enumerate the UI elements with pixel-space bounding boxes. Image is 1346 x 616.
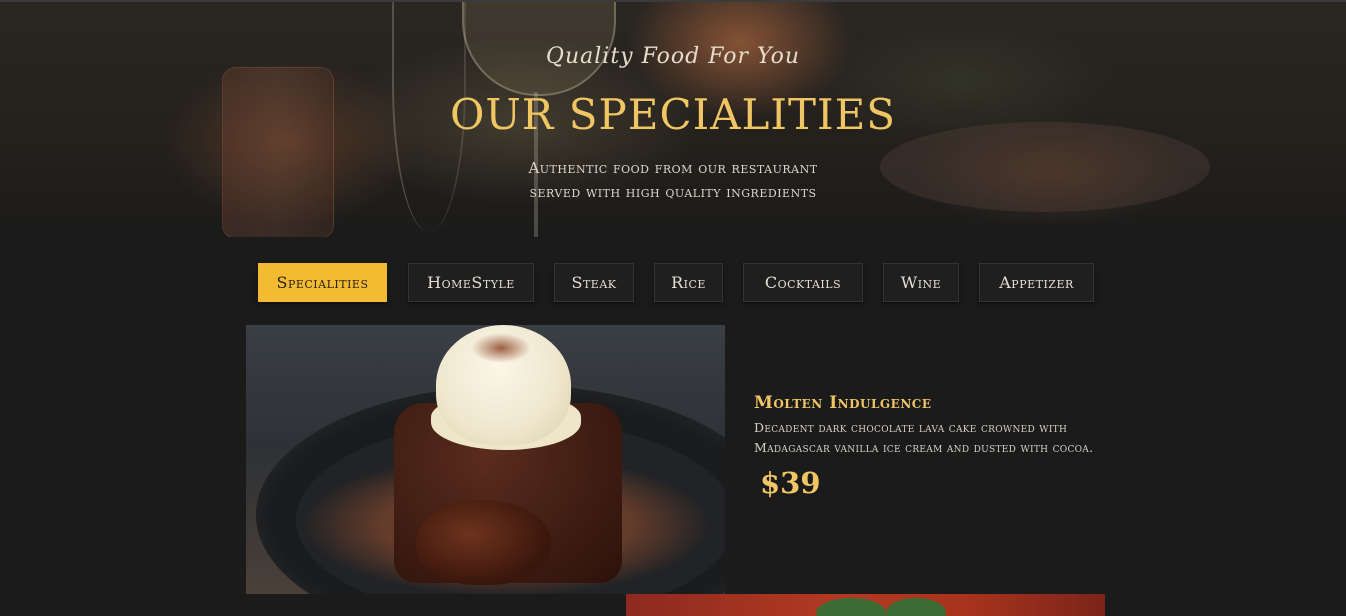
tab-rice[interactable]: Rice bbox=[654, 263, 723, 302]
chocolate-lava-cake-photo bbox=[246, 325, 725, 594]
herb-shape-2 bbox=[886, 598, 946, 616]
tab-steak[interactable]: Steak bbox=[554, 263, 634, 302]
tab-appetizer[interactable]: Appetizer bbox=[979, 263, 1094, 302]
item-description: Decadent dark chocolate lava cake crowne… bbox=[754, 420, 1094, 455]
item-price: $39 bbox=[760, 466, 821, 500]
herb-shape bbox=[816, 598, 886, 616]
hero-description-line-2: served with high quality ingredients bbox=[529, 183, 817, 201]
hero-tagline: Quality Food For You bbox=[545, 44, 801, 69]
featured-item-details: Molten Indulgence Decadent dark chocolat… bbox=[754, 393, 1099, 500]
lava-shape bbox=[416, 500, 551, 585]
tab-wine[interactable]: Wine bbox=[883, 263, 959, 302]
menu-category-tabs: Specialities HomeStyle Steak Rice Cockta… bbox=[0, 263, 1346, 304]
page-title: OUR SPECIALITIES bbox=[449, 90, 897, 139]
hero-description-line-1: Authentic food from our restaurant bbox=[528, 159, 818, 177]
tomato-dish-photo bbox=[626, 594, 1105, 616]
tab-homestyle[interactable]: HomeStyle bbox=[408, 263, 534, 302]
tab-specialities[interactable]: Specialities bbox=[258, 263, 387, 302]
item-name: Molten Indulgence bbox=[754, 393, 932, 413]
hero-description: Authentic food from our restaurant serve… bbox=[0, 156, 1346, 204]
cocoa-topping-shape bbox=[471, 333, 531, 363]
tab-cocktails[interactable]: Cocktails bbox=[743, 263, 863, 302]
